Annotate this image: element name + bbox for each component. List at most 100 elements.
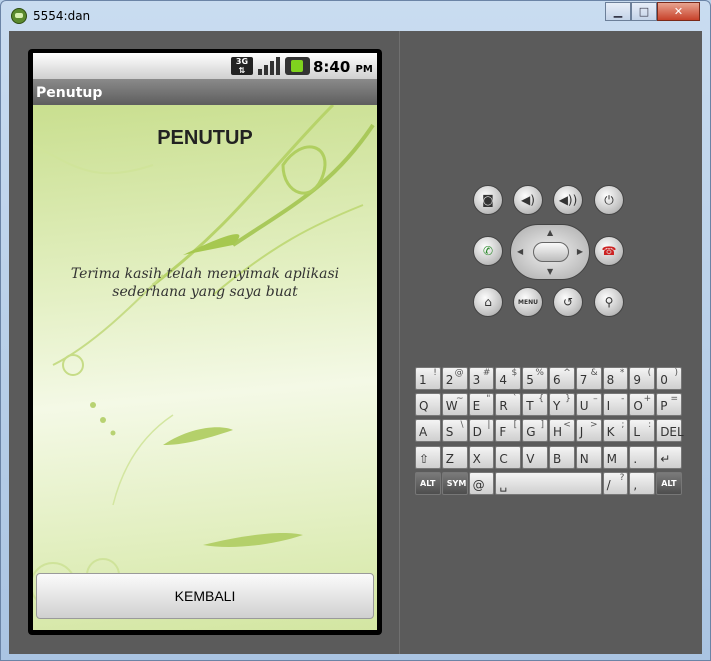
key-row1-0[interactable]: 1! [415, 367, 441, 390]
key-row1-3-alt-label: $ [511, 368, 518, 378]
device-frame: 3G ⇅ 8:40 PM Penutup PENUTUP Terima kasi… [28, 49, 382, 635]
key-row1-5[interactable]: 6 ^ [549, 367, 575, 390]
key-row2-2-alt-label: " [486, 394, 491, 405]
key-space[interactable]: ␣ [495, 471, 602, 495]
key-row3-3-label: F [499, 425, 507, 440]
key-row2-0-label: Q [419, 399, 429, 414]
key-row3-0[interactable]: A [415, 419, 441, 443]
key-row1-1[interactable]: 2 @ [441, 367, 468, 390]
key-row4-0[interactable]: ⇧ [415, 445, 441, 469]
key-row1-5-label: 6 [553, 373, 561, 387]
emulator-client: 3G ⇅ 8:40 PM Penutup PENUTUP Terima kasi… [9, 31, 702, 654]
key-row3-8[interactable]: L: [629, 419, 656, 443]
search-icon: ⚲ [604, 295, 614, 309]
key-comma-label: , [633, 477, 638, 492]
dpad-down-icon[interactable]: ▼ [547, 267, 553, 276]
key-row4-7[interactable]: M [602, 445, 629, 469]
key-row2-8-alt-label: + [643, 394, 652, 405]
minimize-button[interactable]: ▁ [605, 2, 631, 21]
key-row2-5[interactable]: Y} [549, 393, 575, 417]
key-row2-4[interactable]: T{ [522, 393, 548, 417]
key-row3-7[interactable]: K; [602, 419, 629, 443]
power-button[interactable]: ⏻ [594, 185, 624, 215]
key-row3-5[interactable]: H < [549, 419, 575, 443]
key-row2-4-label: T [526, 399, 534, 414]
dpad-center-button[interactable] [533, 242, 569, 262]
key-row1-8[interactable]: 9( [629, 367, 656, 390]
volume-down-button[interactable]: ◀) [513, 185, 543, 215]
key-row3-2[interactable]: D | [468, 419, 495, 443]
key-row4-2[interactable]: X [468, 445, 495, 469]
key-slash[interactable]: /? [602, 471, 629, 495]
key-row4-3[interactable]: C [495, 445, 522, 469]
key-row2-9-alt-label: = [670, 394, 678, 405]
status-bar: 3G ⇅ 8:40 PM [33, 53, 377, 79]
key-alt-right[interactable]: ALT [656, 471, 682, 495]
back-button[interactable]: ↺ [553, 287, 583, 317]
dpad[interactable]: ▲ ▼ ◀ ▶ [510, 224, 590, 280]
key-row4-5[interactable]: B [549, 445, 575, 469]
key-row2-1[interactable]: W ~ [441, 393, 468, 417]
key-row1-2-label: 3 [472, 373, 481, 387]
key-row4-4[interactable]: V [522, 445, 548, 469]
key-row3-2-label: D [472, 425, 482, 440]
key-row3-6[interactable]: J > [575, 419, 602, 443]
hardware-keyboard: 1! 2 @3 #4 $5% 6 ^ 7 & 8 * 9(0) Q W ~ E " R ` T{Y} U – I - O + P = A… [415, 367, 684, 498]
key-row1-6[interactable]: 7 & [575, 367, 602, 390]
key-row1-7[interactable]: 8 * [602, 367, 629, 390]
key-row3-4[interactable]: G] [522, 419, 548, 443]
key-row2-7[interactable]: I- [602, 393, 629, 417]
key-row4-1-label: Z [445, 451, 455, 466]
app-title: Penutup [36, 85, 103, 101]
key-comma[interactable]: , [629, 471, 656, 495]
kembali-button[interactable]: KEMBALI [36, 573, 374, 619]
key-row2-9[interactable]: P = [656, 393, 682, 417]
key-row4-6-label: N [579, 451, 589, 466]
dpad-right-icon[interactable]: ▶ [577, 247, 583, 256]
key-row1-5-alt-label: ^ [563, 368, 571, 378]
key-row4-1[interactable]: Z [441, 445, 468, 469]
key-row3-1-alt-label: \ [460, 420, 464, 431]
key-row3-1[interactable]: S \ [441, 419, 468, 443]
key-row4-6[interactable]: N [575, 445, 602, 469]
close-button[interactable]: ✕ [657, 2, 700, 21]
maximize-icon: □ [638, 5, 650, 18]
camera-button[interactable]: ◙ [473, 185, 503, 215]
key-row1-2[interactable]: 3 # [468, 367, 495, 390]
key-sym[interactable]: SYM [441, 471, 468, 495]
close-icon: ✕ [673, 5, 684, 18]
maximize-button[interactable]: □ [631, 2, 657, 21]
key-at-label: @ [472, 477, 485, 492]
key-row2-3[interactable]: R ` [495, 393, 522, 417]
key-at[interactable]: @ [468, 471, 495, 495]
key-alt-left[interactable]: ALT [415, 471, 441, 495]
key-row1-4[interactable]: 5% [522, 367, 548, 390]
menu-button[interactable]: MENU [513, 287, 543, 317]
key-row2-8[interactable]: O + [629, 393, 656, 417]
key-row2-6[interactable]: U – [575, 393, 602, 417]
dpad-up-icon[interactable]: ▲ [547, 228, 553, 237]
key-row1-3-label: 4 [499, 373, 508, 387]
key-row1-3[interactable]: 4 $ [495, 367, 522, 390]
key-row4-9[interactable]: ↵ [656, 445, 682, 469]
emulator-window: 5554:dan ▁ □ ✕ 3G ⇅ 8:40 PM Penutup PENU… [0, 0, 711, 661]
key-row2-5-alt-label: } [565, 394, 571, 405]
home-button[interactable]: ⌂ [473, 287, 503, 317]
key-row1-9[interactable]: 0) [656, 367, 682, 390]
key-row2-0[interactable]: Q [415, 393, 441, 417]
network-3g-icon: 3G ⇅ [231, 57, 253, 75]
call-button[interactable]: ✆ [473, 236, 503, 266]
end-call-button[interactable]: ☎ [594, 236, 624, 266]
key-row4-2-label: X [472, 451, 481, 466]
camera-icon: ◙ [482, 193, 494, 207]
search-button[interactable]: ⚲ [594, 287, 624, 317]
minimize-icon: ▁ [613, 5, 623, 18]
volume-up-button[interactable]: ◀)) [553, 185, 583, 215]
key-row4-8[interactable]: . [629, 445, 656, 469]
dpad-left-icon[interactable]: ◀ [517, 247, 523, 256]
title-bar[interactable]: 5554:dan ▁ □ ✕ [1, 1, 710, 31]
key-row3-9[interactable]: DEL [656, 419, 684, 443]
key-row3-3[interactable]: F[ [495, 419, 522, 443]
key-row3-2-alt-label: | [487, 420, 491, 431]
key-row2-2[interactable]: E " [468, 393, 495, 417]
